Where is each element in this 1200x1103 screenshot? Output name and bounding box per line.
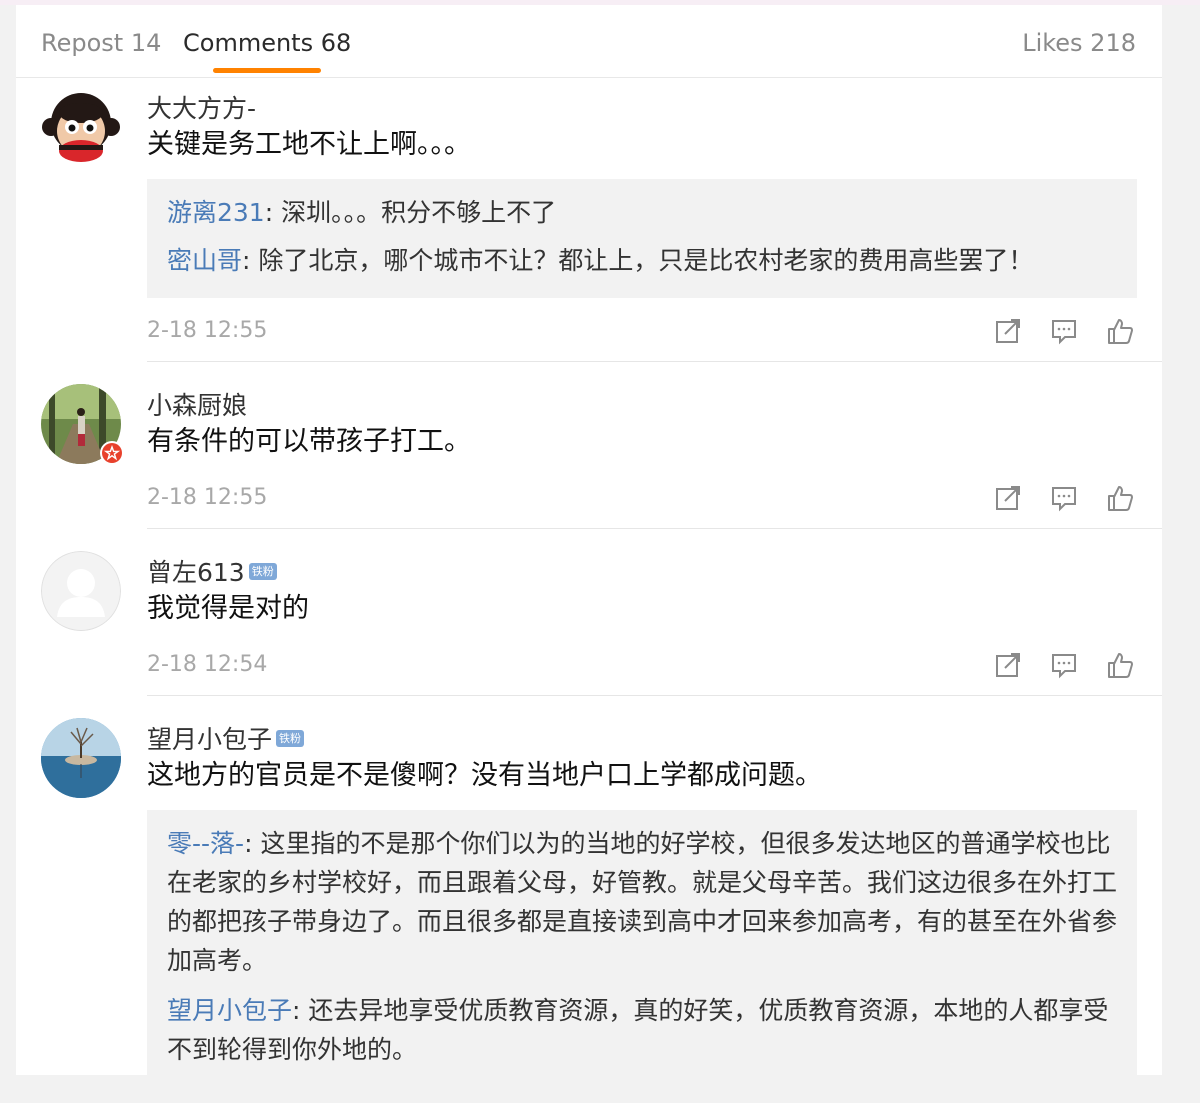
tab-repost[interactable]: Repost 14 [41, 29, 161, 57]
verified-badge-icon [100, 441, 124, 465]
comment-divider [147, 528, 1162, 529]
repost-icon[interactable] [994, 317, 1022, 345]
reply-author-link[interactable]: 望月小包子 [167, 996, 292, 1025]
comment-actions [994, 317, 1134, 345]
bottom-background [0, 1075, 1200, 1103]
comment-divider [147, 695, 1162, 696]
comment-actions [994, 484, 1134, 512]
comment-actions [994, 651, 1134, 679]
reply-author-link[interactable]: 游离231 [167, 198, 265, 227]
comment-icon[interactable] [1050, 317, 1078, 345]
comment-text: 我觉得是对的 [147, 593, 309, 624]
lake-tree-avatar[interactable] [41, 718, 121, 798]
comment-username[interactable]: 小森厨娘 [147, 391, 247, 421]
active-tab-indicator [213, 68, 321, 73]
comment-divider [147, 361, 1162, 362]
like-icon[interactable] [1106, 484, 1134, 512]
reply-text: : 这里指的不是那个你们以为的当地的好学校，但很多发达地区的普通学校也比在老家的… [167, 829, 1118, 975]
comment-timestamp: 2-18 12:54 [147, 652, 268, 677]
username-text: 曾左613 [147, 558, 245, 587]
comment-icon[interactable] [1050, 484, 1078, 512]
comment-username[interactable]: 大大方方- [147, 94, 256, 124]
replies-box[interactable]: 零--落-: 这里指的不是那个你们以为的当地的好学校，但很多发达地区的普通学校也… [147, 810, 1137, 1075]
reply-item: 密山哥: 除了北京，哪个城市不让？都让上，只是比农村老家的费用高些罢了！ [167, 241, 1117, 280]
reply-text: : 深圳。。。积分不够上不了 [264, 198, 557, 227]
comment-text: 关键是务工地不让上啊。。。 [147, 129, 471, 160]
reply-author-link[interactable]: 零--落- [167, 829, 244, 858]
comment-username[interactable]: 望月小包子 铁粉 [147, 725, 305, 755]
iron-fan-badge: 铁粉 [248, 562, 277, 580]
reply-item: 零--落-: 这里指的不是那个你们以为的当地的好学校，但很多发达地区的普通学校也… [167, 824, 1117, 980]
replies-box[interactable]: 游离231: 深圳。。。积分不够上不了 密山哥: 除了北京，哪个城市不让？都让上… [147, 179, 1137, 298]
tab-likes[interactable]: Likes 218 [1022, 29, 1136, 57]
reply-text: : 还去异地享受优质教育资源，真的好笑，优质教育资源，本地的人都享受不到轮得到你… [167, 996, 1109, 1064]
comment-username[interactable]: 曾左613 铁粉 [147, 558, 277, 588]
comment-timestamp: 2-18 12:55 [147, 485, 268, 510]
reply-author-link[interactable]: 密山哥 [167, 246, 242, 275]
monkey-avatar[interactable] [41, 87, 121, 167]
repost-icon[interactable] [994, 484, 1022, 512]
reply-item: 望月小包子: 还去异地享受优质教育资源，真的好笑，优质教育资源，本地的人都享受不… [167, 991, 1117, 1069]
comment-icon[interactable] [1050, 651, 1078, 679]
comments-panel: Repost 14 Comments 68 Likes 218 大大方方- 关键… [16, 5, 1162, 1075]
tab-comments[interactable]: Comments 68 [183, 29, 351, 57]
comment-timestamp: 2-18 12:55 [147, 318, 268, 343]
reply-text: : 除了北京，哪个城市不让？都让上，只是比农村老家的费用高些罢了！ [242, 246, 1034, 275]
username-text: 望月小包子 [147, 725, 273, 754]
reply-item: 游离231: 深圳。。。积分不够上不了 [167, 193, 1117, 232]
like-icon[interactable] [1106, 651, 1134, 679]
repost-icon[interactable] [994, 651, 1022, 679]
like-icon[interactable] [1106, 317, 1134, 345]
default-avatar[interactable] [41, 551, 121, 631]
comment-text: 有条件的可以带孩子打工。 [147, 426, 471, 457]
iron-fan-badge: 铁粉 [276, 729, 305, 747]
comment-text: 这地方的官员是不是傻啊？没有当地户口上学都成问题。 [147, 760, 822, 791]
tab-bar: Repost 14 Comments 68 Likes 218 [16, 5, 1162, 78]
